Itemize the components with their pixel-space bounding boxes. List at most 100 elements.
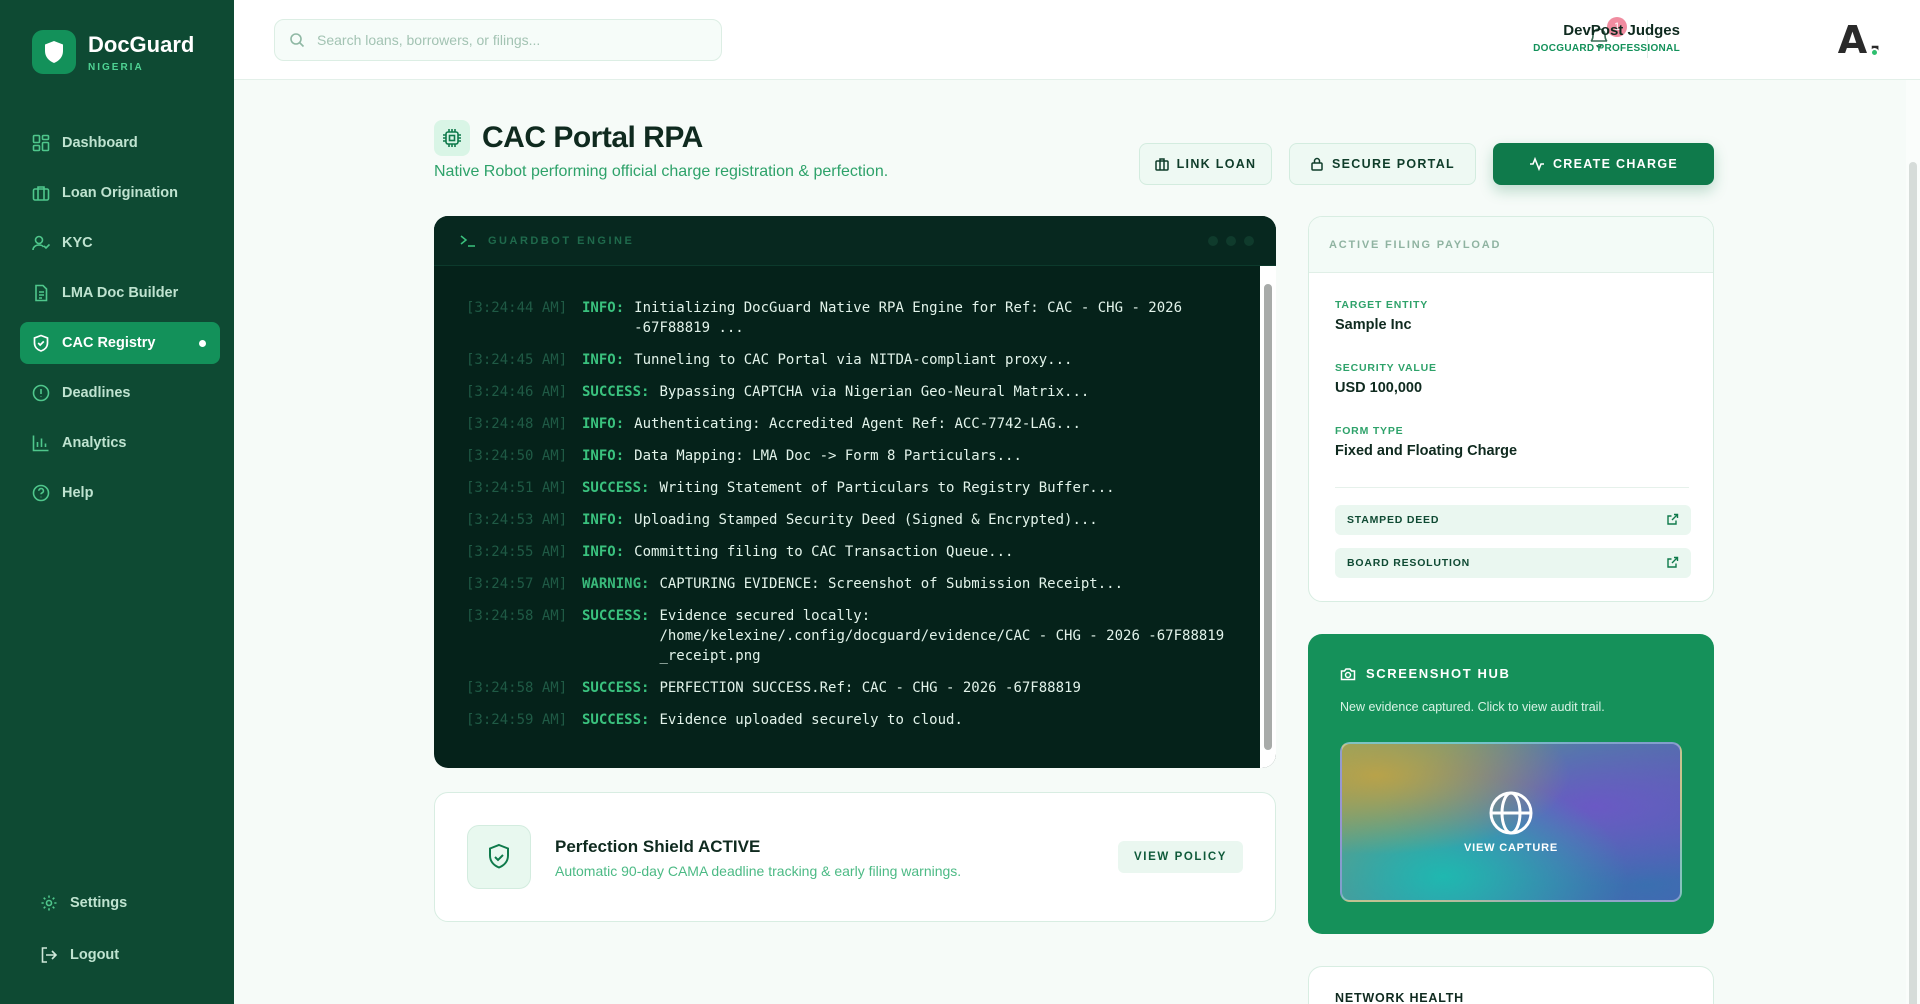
- network-health-card: NETWORK HEALTH: [1308, 966, 1714, 1004]
- log-line: [3:24:46 AM] SUCCESS: Bypassing CAPTCHA vi…: [466, 382, 1236, 402]
- stamped-deed-link[interactable]: STAMPED DEED: [1335, 505, 1691, 535]
- log-message: Uploading Stamped Security Deed (Signed …: [634, 512, 1098, 528]
- log-line: [3:24:58 AM] SUCCESS: Evidence secured loc…: [466, 606, 1236, 666]
- guardbot-terminal: GUARDBOT ENGINE [3:24:44 AM] INFO: Initial…: [434, 216, 1276, 768]
- secure-portal-button[interactable]: SECURE PORTAL: [1289, 143, 1476, 185]
- user-check-icon: [32, 235, 50, 251]
- form-type-value: Fixed and Floating Charge: [1335, 443, 1518, 459]
- log-message: Initializing DocGuard Native RPA Engine …: [634, 300, 1183, 336]
- sidebar-item-label: Help: [62, 485, 94, 501]
- hub-title: SCREENSHOT HUB: [1340, 666, 1510, 681]
- page-subtitle: Native Robot performing official charge …: [434, 163, 889, 180]
- hub-subtitle: New evidence captured. Click to view aud…: [1340, 700, 1605, 714]
- window-dot: [1226, 236, 1236, 246]
- log-line: [3:24:57 AM] WARNING: CAPTURING EVIDENCE: …: [466, 574, 1236, 594]
- terminal-scrollbar[interactable]: [1260, 266, 1276, 768]
- view-policy-button[interactable]: VIEW POLICY: [1118, 841, 1243, 873]
- log-time: [3:24:53 AM]: [466, 512, 568, 528]
- document-icon: [35, 284, 48, 302]
- active-indicator-dot: [199, 340, 206, 347]
- sidebar-item-label: Deadlines: [62, 385, 131, 401]
- log-message: Committing filing to CAC Transaction Que…: [634, 544, 1014, 560]
- screenshot-hub: SCREENSHOT HUB New evidence captured. Cl…: [1308, 634, 1714, 934]
- log-time: [3:24:55 AM]: [466, 544, 568, 560]
- sidebar-item-loan-origination[interactable]: Loan Origination: [20, 172, 220, 214]
- log-time: [3:24:50 AM]: [466, 448, 568, 464]
- doc-link-label: STAMPED DEED: [1347, 514, 1440, 526]
- user-name: DevPost Judges: [1563, 22, 1680, 39]
- log-time: [3:24:57 AM]: [466, 576, 568, 592]
- link-loan-label: LINK LOAN: [1176, 157, 1257, 171]
- sidebar-item-lma-doc-builder[interactable]: LMA Doc Builder: [20, 272, 220, 314]
- sidebar-item-settings[interactable]: Settings: [28, 880, 218, 926]
- view-capture-thumbnail[interactable]: VIEW CAPTURE: [1340, 742, 1682, 902]
- lock-icon: [1311, 157, 1323, 171]
- log-message: Evidence secured locally: /home/kelexine…: [659, 608, 1225, 664]
- board-resolution-link[interactable]: BOARD RESOLUTION: [1335, 548, 1691, 578]
- search-icon: [290, 33, 305, 48]
- log-time: [3:24:58 AM]: [466, 608, 568, 624]
- create-charge-button[interactable]: CREATE CHARGE: [1493, 143, 1714, 185]
- log-message: Data Mapping: LMA Doc -> Form 8 Particul…: [634, 448, 1022, 464]
- sidebar-item-cac-registry[interactable]: CAC Registry: [20, 322, 220, 364]
- sidebar-item-label: Logout: [70, 947, 120, 963]
- sidebar-item-label: Loan Origination: [62, 185, 178, 201]
- log-level: INFO:: [582, 448, 625, 464]
- gear-icon: [41, 895, 57, 911]
- log-line: [3:24:55 AM] INFO: Committing filing to CA…: [466, 542, 1236, 562]
- sidebar-item-deadlines[interactable]: Deadlines: [20, 372, 220, 414]
- search-placeholder: Search loans, borrowers, or filings...: [317, 32, 541, 48]
- external-link-icon: [1667, 513, 1679, 525]
- terminal-scrollbar-thumb[interactable]: [1264, 284, 1272, 750]
- briefcase-icon: [32, 186, 50, 201]
- log-line: [3:24:48 AM] INFO: Authenticating: Accredi…: [466, 414, 1236, 434]
- brand[interactable]: DocGuard NIGERIA: [32, 30, 194, 74]
- log-line: [3:24:44 AM] INFO: Initializing DocGuard N…: [466, 298, 1236, 338]
- active-filing-payload: ACTIVE FILING PAYLOAD TARGET ENTITY Samp…: [1308, 216, 1714, 602]
- sidebar-nav: Dashboard Loan Origination KYC LMA Doc B…: [20, 122, 220, 522]
- log-message: Evidence uploaded securely to cloud.: [659, 712, 963, 728]
- target-entity-value: Sample Inc: [1335, 317, 1412, 333]
- terminal-prompt-icon: [460, 234, 475, 247]
- sidebar-item-label: Settings: [70, 895, 128, 911]
- log-line: [3:24:53 AM] INFO: Uploading Stamped Secur…: [466, 510, 1236, 530]
- log-level: INFO:: [582, 416, 625, 432]
- security-value: USD 100,000: [1335, 380, 1423, 396]
- log-level: SUCCESS:: [582, 608, 650, 624]
- sidebar: DocGuard NIGERIA Dashboard Loan Originat…: [0, 0, 234, 1004]
- doc-link-label: BOARD RESOLUTION: [1347, 557, 1471, 569]
- log-line: [3:24:45 AM] INFO: Tunneling to CAC Portal…: [466, 350, 1236, 370]
- log-time: [3:24:48 AM]: [466, 416, 568, 432]
- log-time: [3:24:46 AM]: [466, 384, 568, 400]
- sidebar-item-dashboard[interactable]: Dashboard: [20, 122, 220, 164]
- log-level: SUCCESS:: [582, 712, 650, 728]
- briefcase-icon: [1154, 158, 1169, 171]
- payload-header: ACTIVE FILING PAYLOAD: [1309, 217, 1713, 273]
- brand-shield-icon: [32, 30, 76, 74]
- sidebar-item-kyc[interactable]: KYC: [20, 222, 220, 264]
- sidebar-item-analytics[interactable]: Analytics: [20, 422, 220, 464]
- sidebar-item-label: LMA Doc Builder: [62, 285, 179, 301]
- link-loan-button[interactable]: LINK LOAN: [1139, 143, 1272, 185]
- page-scrollbar-thumb[interactable]: [1909, 162, 1917, 1004]
- log-time: [3:24:45 AM]: [466, 352, 568, 368]
- log-level: INFO:: [582, 544, 625, 560]
- sidebar-item-help[interactable]: Help: [20, 472, 220, 514]
- log-level: SUCCESS:: [582, 480, 650, 496]
- search-input[interactable]: Search loans, borrowers, or filings...: [274, 19, 722, 61]
- log-message: Tunneling to CAC Portal via NITDA-compli…: [634, 352, 1073, 368]
- online-status-dot: [1870, 48, 1879, 57]
- form-type-label: FORM TYPE: [1335, 425, 1404, 437]
- shield-title: Perfection Shield ACTIVE: [555, 837, 761, 856]
- help-circle-icon: [32, 484, 50, 502]
- top-bar: Search loans, borrowers, or filings... 1…: [234, 0, 1920, 80]
- cpu-chip-icon: [434, 120, 470, 156]
- target-entity-label: TARGET ENTITY: [1335, 299, 1429, 311]
- brand-name: DocGuard: [88, 31, 195, 57]
- sidebar-item-label: KYC: [62, 235, 93, 251]
- log-level: INFO:: [582, 512, 625, 528]
- log-time: [3:24:51 AM]: [466, 480, 568, 496]
- page-scrollbar[interactable]: [1906, 80, 1920, 1004]
- network-health-title: NETWORK HEALTH: [1335, 991, 1465, 1004]
- sidebar-item-logout[interactable]: Logout: [28, 932, 218, 978]
